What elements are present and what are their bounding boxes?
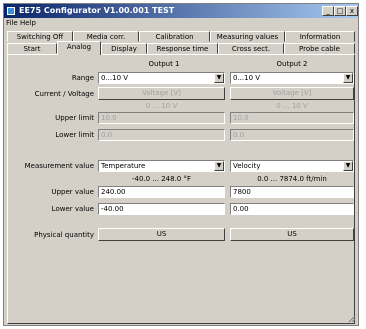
output2-header: Output 2 bbox=[276, 60, 308, 68]
menu-file[interactable]: File bbox=[6, 19, 18, 27]
range2-value: 0...10 V bbox=[233, 74, 261, 82]
range-label: Range bbox=[71, 74, 94, 82]
mv2-dropdown-icon[interactable]: ▼ bbox=[343, 161, 353, 171]
range1-dropdown-icon[interactable]: ▼ bbox=[214, 73, 224, 83]
current-voltage-label: Current / Voltage bbox=[34, 90, 94, 98]
configurator-window: EE75 Configurator V1.00.001 TEST _ □ x F… bbox=[3, 3, 359, 326]
output1-header: Output 1 bbox=[148, 60, 180, 68]
tab-cross-sect[interactable]: Cross sect. bbox=[218, 43, 284, 54]
pq2-button[interactable]: US bbox=[230, 228, 354, 241]
range2-dropdown-icon[interactable]: ▼ bbox=[343, 73, 353, 83]
lower-limit-label: Lower limit bbox=[55, 131, 94, 139]
mv2-select[interactable]: Velocity ▼ bbox=[230, 160, 354, 172]
upper-value1-field[interactable]: 240.00 bbox=[98, 186, 225, 198]
physical-quantity-label: Physical quantity bbox=[34, 231, 94, 239]
upper-value2-field[interactable]: 7800 bbox=[230, 186, 354, 198]
menu-bar: File Help bbox=[4, 18, 358, 29]
mv2-value: Velocity bbox=[233, 162, 261, 170]
lower-value2-field[interactable]: 0.00 bbox=[230, 203, 354, 215]
cv2-button[interactable]: Voltage [V] bbox=[230, 87, 354, 100]
tab-probe-cable[interactable]: Probe cable bbox=[284, 43, 355, 54]
range2-select[interactable]: 0...10 V ▼ bbox=[230, 72, 354, 84]
lower-limit1-field[interactable]: 0.0 bbox=[98, 129, 225, 141]
tab-start[interactable]: Start bbox=[7, 43, 57, 54]
pq1-button[interactable]: US bbox=[98, 228, 225, 241]
cv2-range: 0 ... 10 V bbox=[276, 102, 308, 110]
tab-display[interactable]: Display bbox=[101, 43, 147, 54]
title-bar: EE75 Configurator V1.00.001 TEST _ □ x bbox=[4, 4, 358, 18]
analog-panel: Output 1 Output 2 Range 0...10 V ▼ 0...1… bbox=[7, 54, 355, 324]
mv2-range: 0.0 ... 7874.0 ft/min bbox=[257, 175, 327, 183]
cv1-button[interactable]: Voltage [V] bbox=[98, 87, 225, 100]
range1-value: 0...10 V bbox=[101, 74, 129, 82]
app-icon bbox=[7, 7, 15, 15]
window-title: EE75 Configurator V1.00.001 TEST bbox=[19, 6, 175, 15]
upper-value-label: Upper value bbox=[51, 188, 94, 196]
cv1-range: 0 ... 10 V bbox=[145, 102, 178, 110]
mv1-select[interactable]: Temperature ▼ bbox=[98, 160, 225, 172]
resize-grip-icon[interactable] bbox=[348, 315, 356, 323]
menu-help[interactable]: Help bbox=[20, 19, 36, 27]
tab-calibration[interactable]: Calibration bbox=[139, 31, 210, 42]
mv1-range: -40.0 ... 248.0 °F bbox=[131, 175, 192, 183]
upper-limit-label: Upper limit bbox=[55, 114, 94, 122]
measurement-value-label: Measurement value bbox=[24, 162, 94, 170]
mv1-dropdown-icon[interactable]: ▼ bbox=[214, 161, 224, 171]
lower-value-label: Lower value bbox=[51, 205, 94, 213]
lower-value1-field[interactable]: -40.00 bbox=[98, 203, 225, 215]
maximize-button[interactable]: □ bbox=[334, 6, 346, 16]
tab-analog[interactable]: Analog bbox=[57, 41, 101, 55]
mv1-value: Temperature bbox=[101, 162, 146, 170]
tab-response-time[interactable]: Response time bbox=[147, 43, 218, 54]
minimize-button[interactable]: _ bbox=[322, 6, 334, 16]
close-button[interactable]: x bbox=[346, 6, 358, 16]
tab-measuring-values[interactable]: Measuring values bbox=[210, 31, 285, 42]
lower-limit2-field[interactable]: 0.0 bbox=[230, 129, 354, 141]
upper-limit1-field[interactable]: 10.0 bbox=[98, 112, 225, 124]
range1-select[interactable]: 0...10 V ▼ bbox=[98, 72, 225, 84]
upper-limit2-field[interactable]: 10.0 bbox=[230, 112, 354, 124]
tab-information[interactable]: Information bbox=[285, 31, 355, 42]
